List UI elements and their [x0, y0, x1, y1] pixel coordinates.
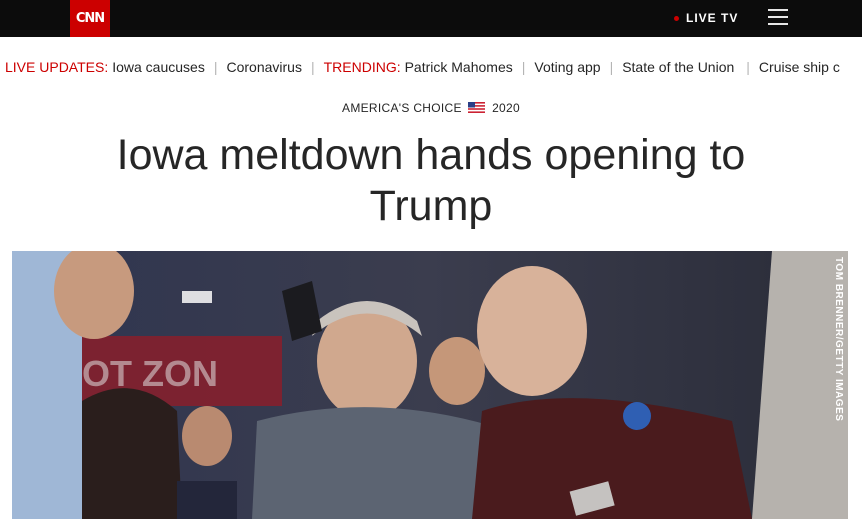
- ticker-label: Iowa caucuses: [112, 59, 205, 75]
- ticker-divider: |: [310, 59, 315, 75]
- live-dot-icon: [674, 15, 679, 21]
- ticker-prefix: TRENDING:: [323, 59, 401, 75]
- ticker-divider: |: [213, 59, 218, 75]
- ticker-prefix: LIVE UPDATES:: [5, 59, 109, 75]
- live-tv-link[interactable]: LIVE TV: [674, 11, 738, 25]
- ticker-item-coronavirus[interactable]: Coronavirus: [226, 59, 301, 75]
- ticker-divider: |: [746, 59, 750, 75]
- svg-text:OT ZON: OT ZON: [82, 353, 218, 394]
- ticker-label: Cruise ship c: [758, 59, 840, 75]
- ticker-item-state-of-the-union[interactable]: State of the Union: [622, 59, 734, 75]
- ticker-item-iowa-caucuses[interactable]: LIVE UPDATES: Iowa caucuses: [5, 59, 205, 75]
- section-label[interactable]: AMERICA'S CHOICE 2020: [0, 101, 862, 115]
- photo-scene: OT ZON: [12, 251, 848, 519]
- ticker-item-patrick-mahomes[interactable]: TRENDING: Patrick Mahomes: [324, 59, 513, 75]
- us-flag-icon: [468, 102, 486, 113]
- top-nav-bar: CNN LIVE TV: [0, 0, 862, 37]
- trending-ticker: LIVE UPDATES: Iowa caucuses | Coronaviru…: [0, 57, 862, 77]
- ticker-divider: |: [521, 59, 526, 75]
- section-label-year: 2020: [492, 101, 520, 115]
- photo-credit: TOM BRENNER/GETTY IMAGES: [833, 257, 844, 422]
- article-photo[interactable]: OT ZON TOM BRENNER/GETTY IMAGES: [12, 251, 848, 519]
- ticker-label: Coronavirus: [226, 59, 302, 75]
- ticker-label: Patrick Mahomes: [404, 59, 513, 75]
- ticker-item-cruise-ship[interactable]: Cruise ship c: [759, 59, 840, 75]
- article-headline: Iowa meltdown hands opening to Trump: [116, 131, 746, 230]
- ticker-label: Voting app: [534, 59, 601, 75]
- live-tv-label: LIVE TV: [686, 11, 739, 25]
- ticker-label: State of the Union: [622, 59, 735, 75]
- ticker-item-voting-app[interactable]: Voting app: [534, 59, 600, 75]
- hamburger-menu-icon[interactable]: [768, 8, 788, 26]
- section-label-text: AMERICA'S CHOICE: [342, 101, 462, 115]
- ticker-divider: |: [609, 59, 614, 75]
- cnn-logo[interactable]: CNN: [70, 0, 110, 37]
